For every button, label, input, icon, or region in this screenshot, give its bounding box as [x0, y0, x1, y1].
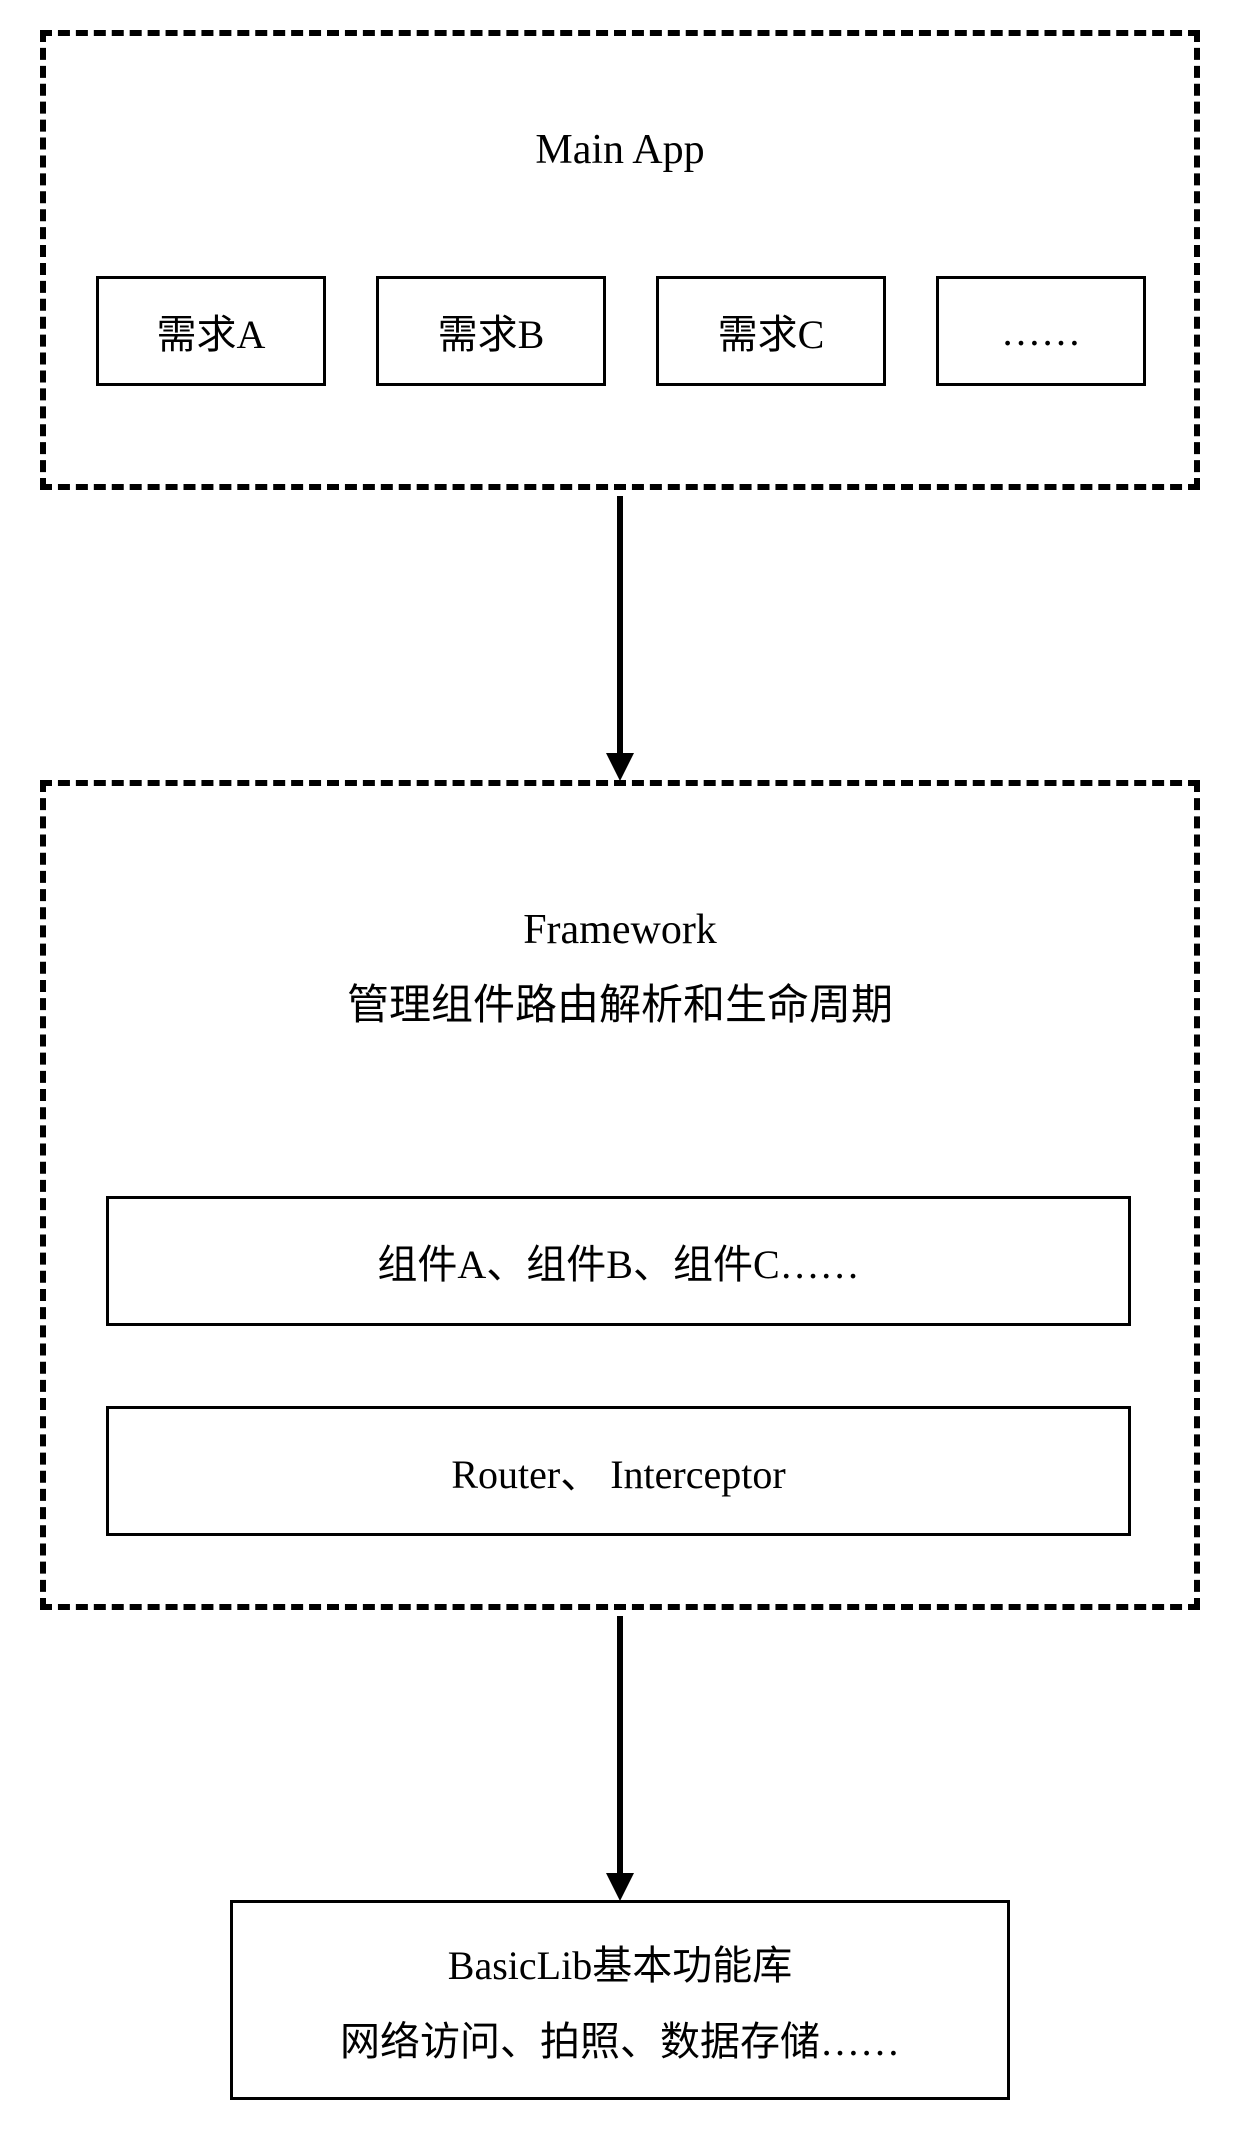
- router-box: Router、 Interceptor: [106, 1406, 1131, 1536]
- components-box: 组件A、组件B、组件C……: [106, 1196, 1131, 1326]
- components-label: 组件A、组件B、组件C……: [377, 1232, 859, 1290]
- requirement-a-label: 需求A: [157, 302, 266, 360]
- basiclib-line-1: BasicLib基本功能库: [448, 1933, 792, 1991]
- requirement-b-label: 需求B: [438, 302, 545, 360]
- arrow-2-head: [606, 1873, 634, 1901]
- basiclib-box: BasicLib基本功能库 网络访问、拍照、数据存储……: [230, 1900, 1010, 2100]
- requirement-more-box: ……: [936, 276, 1146, 386]
- requirement-c-label: 需求C: [718, 302, 825, 360]
- main-app-title: Main App: [46, 126, 1194, 174]
- router-label: Router、 Interceptor: [451, 1442, 785, 1500]
- framework-container: Framework 管理组件路由解析和生命周期 组件A、组件B、组件C…… Ro…: [40, 780, 1200, 1610]
- arrow-1-line: [617, 496, 623, 756]
- arrow-2-line: [617, 1616, 623, 1876]
- requirement-a-box: 需求A: [96, 276, 326, 386]
- main-app-container: Main App 需求A 需求B 需求C ……: [40, 30, 1200, 490]
- framework-title-2: 管理组件路由解析和生命周期: [46, 971, 1194, 1032]
- arrow-1-head: [606, 753, 634, 781]
- requirement-c-box: 需求C: [656, 276, 886, 386]
- requirement-more-label: ……: [1001, 308, 1081, 355]
- requirement-b-box: 需求B: [376, 276, 606, 386]
- framework-title-1: Framework: [46, 906, 1194, 954]
- basiclib-line-2: 网络访问、拍照、数据存储……: [340, 2009, 900, 2067]
